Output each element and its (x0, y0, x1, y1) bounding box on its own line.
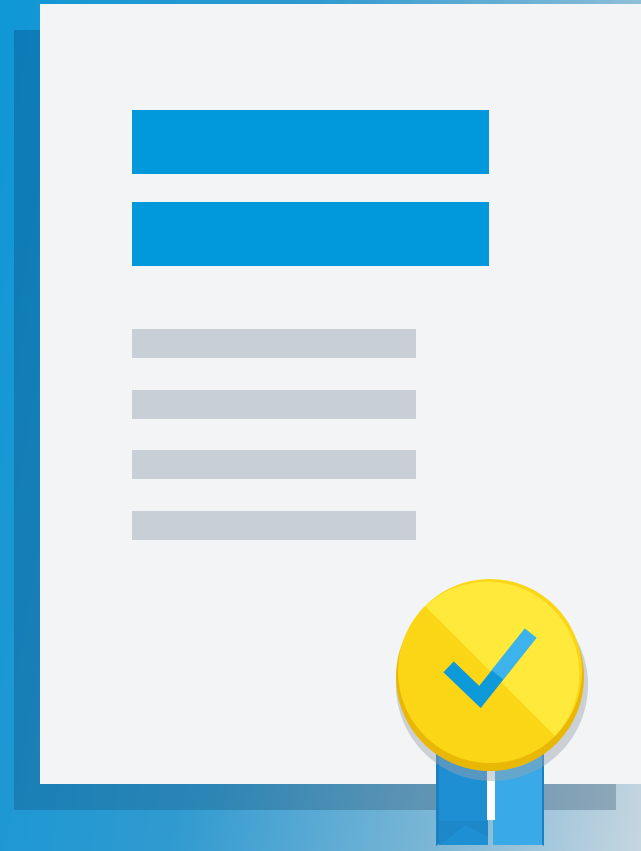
heading-placeholder-bar (132, 110, 489, 174)
subheading-placeholder-bar (132, 202, 489, 266)
certified-seal-icon (392, 575, 592, 851)
text-placeholder-line (132, 329, 416, 358)
text-placeholder-line (132, 390, 416, 419)
certificate-illustration (0, 0, 641, 851)
text-placeholder-line (132, 511, 416, 540)
text-placeholder-line (132, 450, 416, 479)
